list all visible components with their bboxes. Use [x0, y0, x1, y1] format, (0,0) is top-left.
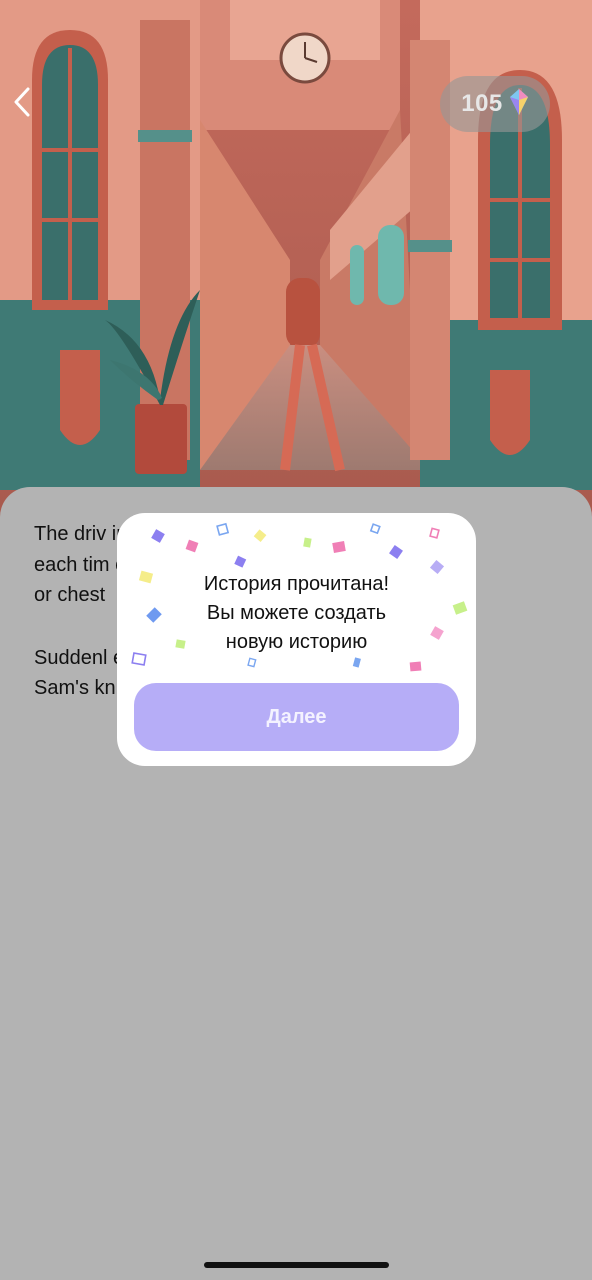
home-indicator[interactable] [204, 1262, 389, 1268]
gem-balance[interactable]: 105 [440, 76, 550, 132]
chevron-left-icon [11, 86, 33, 123]
gem-icon [509, 88, 529, 121]
back-button[interactable] [2, 84, 42, 124]
story-screen: 105 The driv indow each tim [0, 0, 592, 1280]
balance-value: 105 [461, 90, 503, 117]
dialog-message: История прочитана! Вы можете создать нов… [203, 573, 390, 653]
story-finished-dialog: История прочитана! Вы можете создать нов… [117, 513, 476, 766]
next-button[interactable]: Далее [134, 683, 459, 751]
